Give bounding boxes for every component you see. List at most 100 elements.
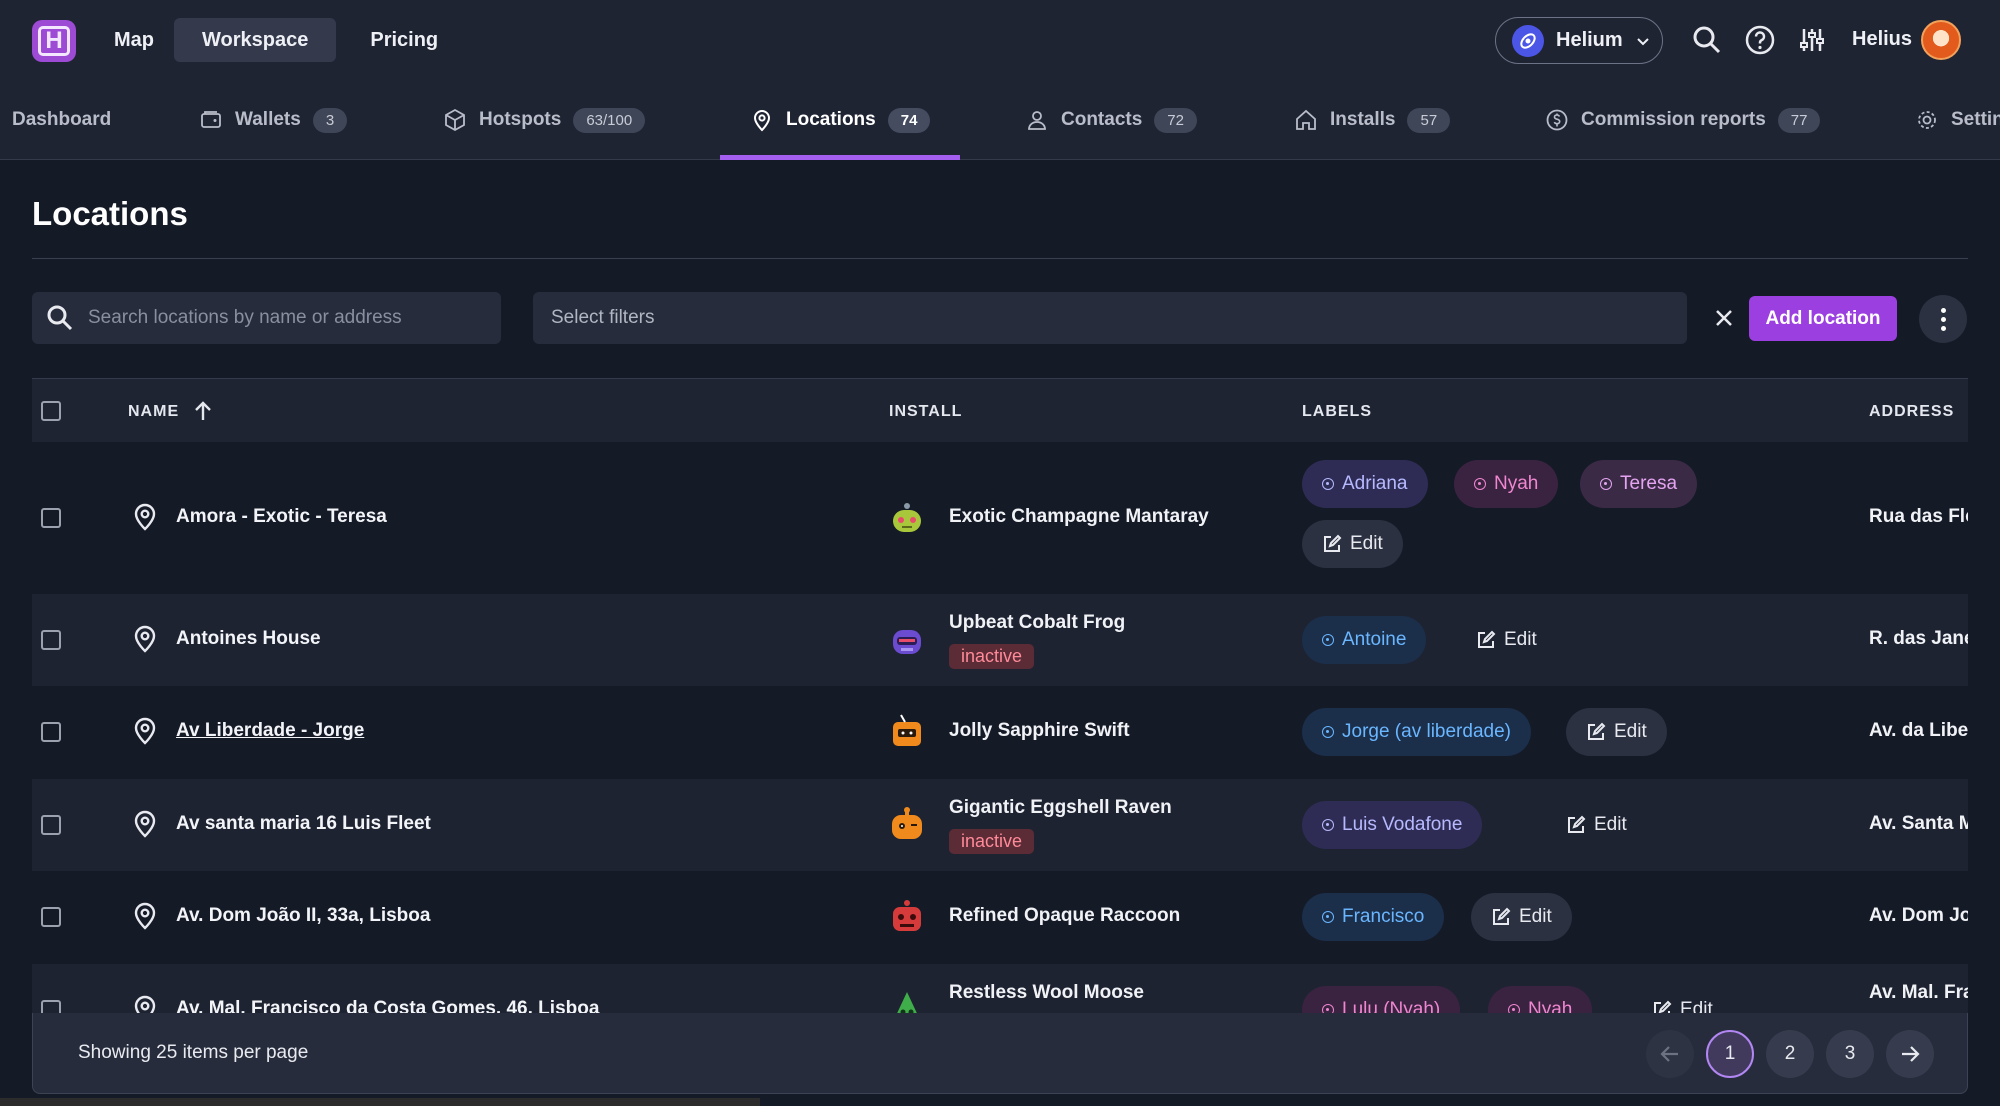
tab-dashboard[interactable]: Dashboard	[12, 80, 111, 160]
workspace-tabs: Dashboard Wallets 3 Hotspots 63/100 Loca…	[0, 80, 2000, 160]
address-text: R. das Jane	[1869, 628, 1968, 649]
column-header-name[interactable]: NAME	[128, 403, 179, 421]
tab-label: Dashboard	[12, 109, 112, 130]
top-nav: Map Workspace Pricing	[100, 18, 466, 62]
location-name[interactable]: Av. Mal. Francisco da Costa Gomes, 46, L…	[176, 998, 599, 1013]
page-button[interactable]: 2	[1766, 1030, 1814, 1078]
next-page-button[interactable]	[1886, 1030, 1934, 1078]
edit-labels-button[interactable]: Edit	[1302, 520, 1403, 568]
map-pin-icon	[134, 995, 156, 1013]
table-row[interactable]: Av. Mal. Francisco da Costa Gomes, 46, L…	[32, 964, 1968, 1013]
label-chip[interactable]: Jorge (av liberdade)	[1302, 708, 1531, 756]
search-box[interactable]	[32, 292, 501, 344]
user-name[interactable]: Helius	[1852, 28, 1912, 51]
locations-table: NAME INSTALL LABELS ADDRESS Amora - Exot…	[32, 378, 1968, 1013]
nav-pricing[interactable]: Pricing	[342, 18, 466, 62]
location-name[interactable]: Antoines House	[176, 628, 321, 650]
install-name[interactable]: Jolly Sapphire Swift	[949, 720, 1130, 742]
tab-count-badge: 57	[1407, 107, 1451, 133]
select-all-checkbox[interactable]	[41, 401, 61, 421]
label-chip[interactable]: Antoine	[1302, 616, 1427, 664]
robot-avatar-icon	[897, 992, 917, 1013]
table-row[interactable]: Av santa maria 16 Luis Fleet Gigantic Eg…	[32, 779, 1968, 871]
label-chip[interactable]: Teresa	[1580, 460, 1698, 508]
location-name[interactable]: Av. Dom João II, 33a, Lisboa	[176, 905, 430, 927]
label-icon	[1508, 1004, 1520, 1013]
install-name[interactable]: Gigantic Eggshell Raven	[949, 797, 1172, 819]
edit-labels-button[interactable]: Edit	[1632, 986, 1733, 1013]
tab-label: Locations	[786, 109, 876, 130]
edit-labels-button[interactable]: Edit	[1546, 801, 1647, 849]
page-button[interactable]: 1	[1706, 1030, 1754, 1078]
tab-wallets[interactable]: Wallets 3	[199, 80, 348, 160]
table-row[interactable]: Antoines House Upbeat Cobalt Frog inacti…	[32, 594, 1968, 686]
previous-page-button[interactable]	[1646, 1030, 1694, 1078]
network-selector[interactable]: Helium	[1495, 17, 1663, 64]
tab-installs[interactable]: Installs 57	[1294, 80, 1451, 160]
tab-settings[interactable]: Settin	[1915, 80, 2000, 160]
row-checkbox[interactable]	[41, 508, 61, 528]
helium-logo[interactable]: H	[32, 20, 76, 62]
row-checkbox[interactable]	[41, 907, 61, 927]
label-chip[interactable]: Adriana	[1302, 460, 1428, 508]
wallet-icon	[201, 111, 221, 128]
install-name[interactable]: Exotic Champagne Mantaray	[949, 506, 1209, 528]
label-chip-text: Nyah	[1528, 999, 1573, 1013]
column-header-address: ADDRESS	[1869, 403, 1955, 420]
search-input[interactable]	[88, 307, 488, 329]
row-checkbox[interactable]	[41, 722, 61, 742]
row-checkbox[interactable]	[41, 1000, 61, 1013]
label-chip[interactable]: Nyah	[1488, 986, 1593, 1013]
user-avatar[interactable]	[1921, 20, 1961, 60]
install-name[interactable]: Restless Wool Moose	[949, 982, 1144, 1004]
row-checkbox[interactable]	[41, 815, 61, 835]
table-row[interactable]: Amora - Exotic - Teresa Exotic Champagne…	[32, 442, 1968, 594]
close-icon[interactable]	[1712, 306, 1736, 330]
edit-labels-button[interactable]: Edit	[1456, 616, 1557, 664]
label-icon	[1474, 478, 1486, 490]
map-pin-icon	[134, 625, 156, 653]
tab-locations[interactable]: Locations 74	[719, 80, 961, 160]
tab-hotspots[interactable]: Hotspots 63/100	[443, 80, 646, 160]
tab-label: Wallets	[235, 109, 301, 130]
dollar-circle-icon	[1546, 109, 1568, 131]
edit-icon	[1654, 1000, 1672, 1013]
edit-labels-button[interactable]: Edit	[1566, 708, 1667, 756]
tab-contacts[interactable]: Contacts 72	[1025, 80, 1197, 160]
tab-commission-reports[interactable]: Commission reports 77	[1545, 80, 1821, 160]
add-location-button[interactable]: Add location	[1749, 296, 1897, 341]
edit-label: Edit	[1504, 629, 1537, 650]
label-chip-text: Francisco	[1342, 906, 1425, 927]
arrow-up-icon[interactable]	[192, 399, 214, 423]
filters-select[interactable]: Select filters	[533, 292, 1687, 344]
tab-label: Contacts	[1061, 109, 1143, 130]
label-icon	[1322, 478, 1334, 490]
status-badge: inactive	[949, 829, 1035, 854]
chevron-down-icon	[1636, 37, 1649, 45]
sliders-icon[interactable]	[1796, 24, 1828, 56]
table-row[interactable]: Av. Dom João II, 33a, Lisboa Refined Opa…	[32, 871, 1968, 964]
install-name[interactable]: Upbeat Cobalt Frog	[949, 612, 1125, 634]
location-name[interactable]: Amora - Exotic - Teresa	[176, 506, 387, 528]
table-row[interactable]: Av Liberdade - Jorge Jolly Sapphire Swif…	[32, 686, 1968, 779]
edit-labels-button[interactable]: Edit	[1471, 893, 1572, 941]
search-icon[interactable]	[1691, 24, 1723, 56]
label-chip[interactable]: Lulu (Nyah)	[1302, 986, 1461, 1013]
location-name[interactable]: Av santa maria 16 Luis Fleet	[176, 813, 431, 835]
edit-icon	[1568, 815, 1586, 833]
nav-map[interactable]: Map	[100, 18, 168, 62]
arrow-left-icon	[1660, 1046, 1678, 1062]
label-chip[interactable]: Luis Vodafone	[1302, 801, 1483, 849]
install-name[interactable]: Refined Opaque Raccoon	[949, 905, 1180, 927]
page-button[interactable]: 3	[1826, 1030, 1874, 1078]
more-options-icon[interactable]	[1919, 295, 1967, 343]
search-icon	[47, 305, 73, 331]
nav-workspace[interactable]: Workspace	[174, 18, 337, 62]
edit-label: Edit	[1614, 721, 1647, 742]
row-checkbox[interactable]	[41, 630, 61, 650]
location-name[interactable]: Av Liberdade - Jorge	[176, 720, 364, 742]
label-chip[interactable]: Francisco	[1302, 893, 1445, 941]
horizontal-scrollbar[interactable]	[0, 1098, 760, 1106]
help-icon[interactable]	[1744, 24, 1776, 56]
label-chip[interactable]: Nyah	[1454, 460, 1559, 508]
